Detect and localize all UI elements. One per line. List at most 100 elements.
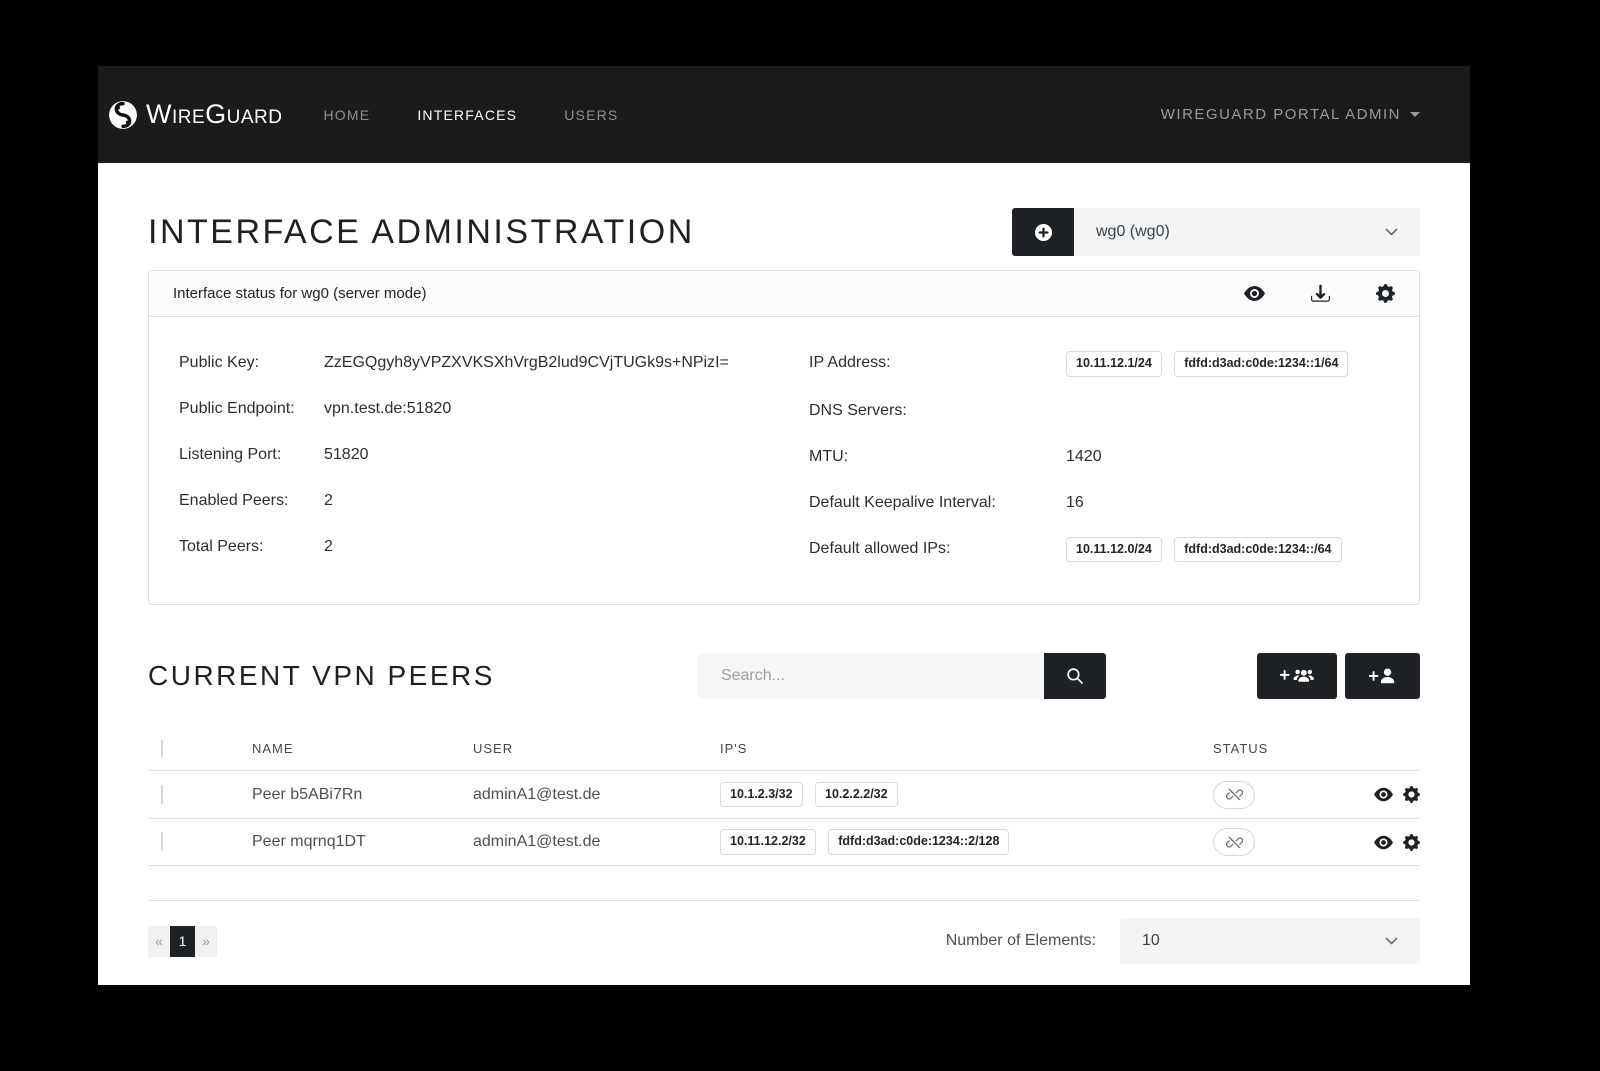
view-peer-button[interactable] xyxy=(1374,833,1393,852)
link-slash-icon xyxy=(1226,834,1243,851)
page-head: INTERFACE ADMINISTRATION wg0 (wg0) xyxy=(148,208,1420,256)
add-interface-button[interactable] xyxy=(1012,208,1074,256)
field-label: Default Keepalive Interval: xyxy=(809,491,1066,515)
ip-address-badges: 10.11.12.1/24 fdfd:d3ad:c0de:1234::1/64 xyxy=(1066,351,1356,377)
public-key-value: ZzEGQgyh8yVPZXVKSXhVrgB2lud9CVjTUGk9s+NP… xyxy=(324,351,729,375)
search-input[interactable] xyxy=(697,653,1044,699)
eye-icon xyxy=(1244,283,1265,304)
edit-peer-button[interactable] xyxy=(1403,786,1420,803)
view-peer-button[interactable] xyxy=(1374,785,1393,804)
interface-status-card: Interface status for wg0 (server mode) xyxy=(148,270,1420,605)
card-actions xyxy=(1244,283,1395,304)
elements-label: Number of Elements: xyxy=(946,932,1096,950)
add-peer-button[interactable] xyxy=(1345,653,1420,699)
peers-head: CURRENT VPN PEERS xyxy=(148,653,1420,699)
wireguard-logo-icon xyxy=(108,100,138,130)
page-title: INTERFACE ADMINISTRATION xyxy=(148,213,695,252)
row-checkbox[interactable] xyxy=(161,785,163,804)
gear-icon xyxy=(1403,786,1420,803)
field-label: Total Peers: xyxy=(179,535,324,559)
show-config-button[interactable] xyxy=(1244,283,1265,304)
field-label: Public Key: xyxy=(179,351,324,375)
caret-down-icon xyxy=(1410,112,1420,117)
ip-badge: fdfd:d3ad:c0de:1234::1/64 xyxy=(1174,351,1348,377)
nav-item-users[interactable]: USERS xyxy=(564,107,618,123)
field-label: Default allowed IPs: xyxy=(809,537,1066,563)
add-multiple-peers-button[interactable] xyxy=(1257,653,1337,699)
ip-badge: fdfd:d3ad:c0de:1234::/64 xyxy=(1174,537,1341,563)
eye-icon xyxy=(1374,833,1393,852)
app-window: WireGuard HOME INTERFACES USERS WIREGUAR… xyxy=(98,66,1470,985)
ip-badge: fdfd:d3ad:c0de:1234::2/128 xyxy=(828,829,1009,855)
ip-badge: 10.11.12.2/32 xyxy=(720,829,816,855)
link-slash-icon xyxy=(1226,786,1243,803)
status-left-column: Public Key: ZzEGQgyh8yVPZXVKSXhVrgB2lud9… xyxy=(179,351,809,584)
field-label: MTU: xyxy=(809,445,1066,469)
elements-control: Number of Elements: 10 xyxy=(946,918,1420,964)
nav-item-interfaces[interactable]: INTERFACES xyxy=(417,107,517,123)
gear-icon xyxy=(1376,284,1395,303)
card-body: Public Key: ZzEGQgyh8yVPZXVKSXhVrgB2lud9… xyxy=(149,317,1419,604)
edit-interface-button[interactable] xyxy=(1376,284,1395,303)
peer-name: Peer b5ABi7Rn xyxy=(252,786,473,804)
brand[interactable]: WireGuard xyxy=(108,99,283,130)
user-menu-dropdown[interactable]: WIREGUARD PORTAL ADMIN xyxy=(1161,106,1420,123)
peer-user: adminA1@test.de xyxy=(473,833,720,851)
status-badge xyxy=(1213,781,1255,809)
allowed-ips-badges: 10.11.12.0/24 fdfd:d3ad:c0de:1234::/64 xyxy=(1066,537,1350,563)
peer-row: Peer b5ABi7Rn adminA1@test.de 10.1.2.3/3… xyxy=(148,771,1420,819)
plus-circle-icon xyxy=(1034,223,1053,242)
ip-badge: 10.2.2.2/32 xyxy=(815,782,898,808)
download-config-button[interactable] xyxy=(1311,284,1330,303)
elements-select-value: 10 xyxy=(1142,932,1160,950)
peer-name: Peer mqrnq1DT xyxy=(252,833,473,851)
chevron-down-icon xyxy=(1385,228,1398,236)
plus-person-icon xyxy=(1369,667,1396,686)
eye-icon xyxy=(1374,785,1393,804)
field-label: DNS Servers: xyxy=(809,399,1066,423)
peer-ips: 10.1.2.3/32 10.2.2.2/32 xyxy=(720,782,1213,808)
pagination-page-1[interactable]: 1 xyxy=(170,926,195,957)
peers-title: CURRENT VPN PEERS xyxy=(148,660,495,692)
field-label: Listening Port: xyxy=(179,443,324,467)
pagination-prev[interactable]: « xyxy=(148,926,170,957)
row-checkbox[interactable] xyxy=(161,832,163,851)
table-footer: « 1 » Number of Elements: 10 xyxy=(148,918,1420,964)
mtu-value: 1420 xyxy=(1066,445,1102,469)
download-icon xyxy=(1311,284,1330,303)
gear-icon xyxy=(1403,834,1420,851)
divider xyxy=(148,900,1420,901)
column-header-status: STATUS xyxy=(1213,741,1353,756)
field-label: Public Endpoint: xyxy=(179,397,324,421)
navbar: WireGuard HOME INTERFACES USERS WIREGUAR… xyxy=(98,66,1470,163)
table-header-row: NAME USER IP'S STATUS xyxy=(148,727,1420,771)
chevron-down-icon xyxy=(1385,937,1398,945)
ip-badge: 10.1.2.3/32 xyxy=(720,782,803,808)
interface-select-value: wg0 (wg0) xyxy=(1096,223,1170,241)
elements-select[interactable]: 10 xyxy=(1120,918,1420,964)
field-label: IP Address: xyxy=(809,351,1066,377)
peer-add-buttons xyxy=(1257,653,1420,699)
interface-select[interactable]: wg0 (wg0) xyxy=(1074,208,1420,256)
total-peers-value: 2 xyxy=(324,535,333,559)
pagination-next[interactable]: » xyxy=(195,926,217,957)
peer-ips: 10.11.12.2/32 fdfd:d3ad:c0de:1234::2/128 xyxy=(720,829,1213,855)
search-button[interactable] xyxy=(1044,653,1106,699)
magnifier-icon xyxy=(1066,667,1084,685)
column-header-ips: IP'S xyxy=(720,741,1213,756)
card-header: Interface status for wg0 (server mode) xyxy=(149,271,1419,317)
status-badge xyxy=(1213,828,1255,856)
nav-item-home[interactable]: HOME xyxy=(324,107,371,123)
card-title: Interface status for wg0 (server mode) xyxy=(173,285,426,302)
peers-table: NAME USER IP'S STATUS Peer b5ABi7Rn admi… xyxy=(148,727,1420,866)
public-endpoint-value: vpn.test.de:51820 xyxy=(324,397,451,421)
pagination: « 1 » xyxy=(148,926,217,957)
field-label: Enabled Peers: xyxy=(179,489,324,513)
select-all-checkbox[interactable] xyxy=(161,740,163,757)
user-menu-label: WIREGUARD PORTAL ADMIN xyxy=(1161,106,1401,123)
status-right-column: IP Address: 10.11.12.1/24 fdfd:d3ad:c0de… xyxy=(809,351,1389,584)
ip-badge: 10.11.12.0/24 xyxy=(1066,537,1162,563)
edit-peer-button[interactable] xyxy=(1403,834,1420,851)
main-content: INTERFACE ADMINISTRATION wg0 (wg0) xyxy=(98,163,1470,985)
search-group xyxy=(697,653,1106,699)
